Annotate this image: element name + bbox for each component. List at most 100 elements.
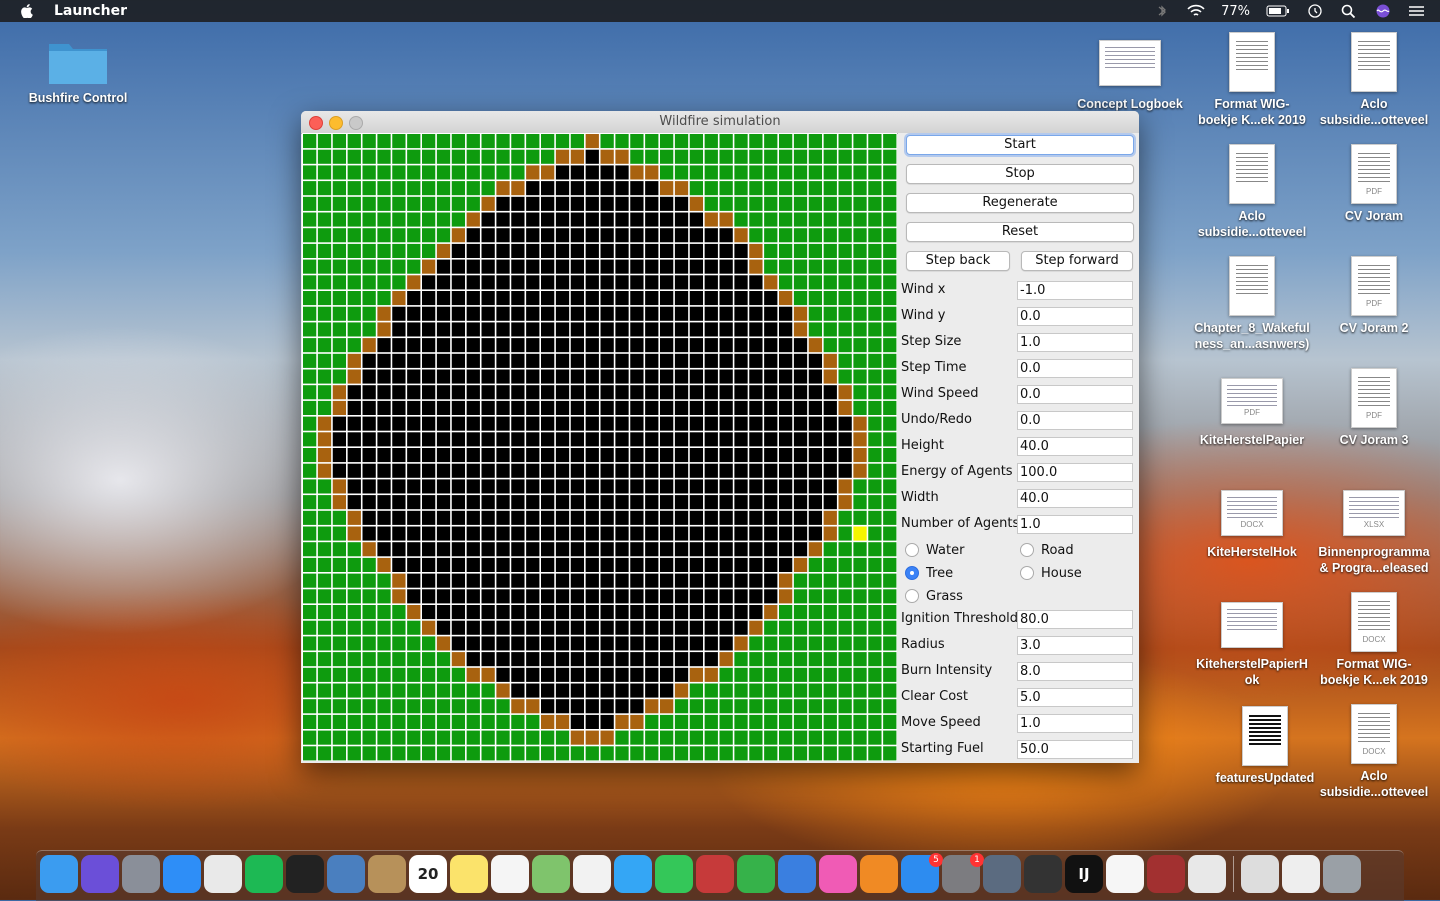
grid-cell-burnt[interactable] xyxy=(555,463,570,478)
grid-cell-burnt[interactable] xyxy=(793,463,808,478)
grid-cell-grass[interactable] xyxy=(332,243,347,258)
grid-cell-burnt[interactable] xyxy=(496,291,510,306)
grid-cell-grass[interactable] xyxy=(868,134,882,149)
grid-cell-burnt[interactable] xyxy=(481,291,495,306)
grid-cell-burnt[interactable] xyxy=(793,510,808,525)
grid-cell-burnt[interactable] xyxy=(704,495,718,510)
grid-cell-grass[interactable] xyxy=(689,683,704,698)
grid-cell-grass[interactable] xyxy=(392,620,406,635)
grid-cell-grass[interactable] xyxy=(303,495,317,510)
grid-cell-burnt[interactable] xyxy=(555,291,570,306)
grid-cell-burning[interactable] xyxy=(823,369,837,384)
grid-cell-burnt[interactable] xyxy=(451,479,466,494)
grid-cell-grass[interactable] xyxy=(838,667,852,682)
grid-cell-grass[interactable] xyxy=(377,259,391,274)
start-button[interactable]: Start xyxy=(906,135,1134,155)
grid-cell-burning[interactable] xyxy=(392,291,406,306)
grid-cell-burnt[interactable] xyxy=(377,542,391,557)
grid-cell-burnt[interactable] xyxy=(600,243,614,258)
grid-cell-grass[interactable] xyxy=(793,683,808,698)
grid-cell-burnt[interactable] xyxy=(764,479,778,494)
grid-cell-burnt[interactable] xyxy=(496,322,510,337)
grid-cell-grass[interactable] xyxy=(883,479,897,494)
dock-preview-icon[interactable] xyxy=(327,855,365,893)
grid-cell-grass[interactable] xyxy=(407,149,421,164)
grid-cell-grass[interactable] xyxy=(570,134,585,149)
grid-cell-burnt[interactable] xyxy=(660,306,674,321)
grid-cell-burnt[interactable] xyxy=(630,495,644,510)
grid-cell-burnt[interactable] xyxy=(764,385,778,400)
grid-cell-burnt[interactable] xyxy=(615,683,629,698)
grid-cell-grass[interactable] xyxy=(347,291,361,306)
grid-cell-burnt[interactable] xyxy=(511,291,525,306)
grid-cell-burnt[interactable] xyxy=(541,652,555,667)
grid-cell-burnt[interactable] xyxy=(838,463,852,478)
grid-cell-burnt[interactable] xyxy=(362,400,376,415)
grid-cell-burnt[interactable] xyxy=(660,243,674,258)
grid-cell-grass[interactable] xyxy=(541,746,555,761)
grid-cell-grass[interactable] xyxy=(332,699,347,714)
grid-cell-burning[interactable] xyxy=(570,730,585,745)
grid-cell-grass[interactable] xyxy=(883,149,897,164)
grid-cell-burnt[interactable] xyxy=(451,416,466,431)
grid-cell-burnt[interactable] xyxy=(645,416,659,431)
grid-cell-burning[interactable] xyxy=(407,605,421,620)
grid-cell-grass[interactable] xyxy=(853,306,867,321)
grid-cell-grass[interactable] xyxy=(808,746,823,761)
grid-cell-grass[interactable] xyxy=(332,212,347,227)
grid-cell-burnt[interactable] xyxy=(466,557,480,572)
grid-cell-grass[interactable] xyxy=(630,134,644,149)
grid-cell-burnt[interactable] xyxy=(823,385,837,400)
grid-cell-grass[interactable] xyxy=(853,400,867,415)
grid-cell-burnt[interactable] xyxy=(555,620,570,635)
grid-cell-burning[interactable] xyxy=(332,479,347,494)
grid-cell-burnt[interactable] xyxy=(407,479,421,494)
grid-cell-burnt[interactable] xyxy=(347,463,361,478)
bluetooth-icon[interactable] xyxy=(1153,4,1171,18)
grid-cell-grass[interactable] xyxy=(749,699,763,714)
grid-cell-burnt[interactable] xyxy=(660,526,674,541)
grid-cell-burnt[interactable] xyxy=(734,322,748,337)
grid-cell-burnt[interactable] xyxy=(630,291,644,306)
grid-cell-grass[interactable] xyxy=(793,165,808,180)
grid-cell-burnt[interactable] xyxy=(496,463,510,478)
grid-cell-burnt[interactable] xyxy=(422,542,436,557)
grid-cell-burnt[interactable] xyxy=(585,589,599,604)
grid-cell-grass[interactable] xyxy=(451,746,466,761)
grid-cell-burnt[interactable] xyxy=(615,573,629,588)
grid-cell-grass[interactable] xyxy=(779,699,793,714)
grid-cell-burnt[interactable] xyxy=(496,338,510,353)
grid-cell-burnt[interactable] xyxy=(615,196,629,211)
grid-cell-grass[interactable] xyxy=(764,667,778,682)
grid-cell-burnt[interactable] xyxy=(645,212,659,227)
grid-cell-grass[interactable] xyxy=(764,620,778,635)
grid-cell-grass[interactable] xyxy=(838,542,852,557)
grid-cell-grass[interactable] xyxy=(303,667,317,682)
grid-cell-grass[interactable] xyxy=(704,196,718,211)
grid-cell-burning[interactable] xyxy=(779,291,793,306)
grid-cell-grass[interactable] xyxy=(600,134,614,149)
grid-cell-grass[interactable] xyxy=(764,636,778,651)
grid-cell-grass[interactable] xyxy=(883,181,897,196)
grid-cell-burnt[interactable] xyxy=(585,683,599,698)
desktop-item-binnenprogramma[interactable]: XLSX Binnenprogramma & Progra...eleased xyxy=(1314,490,1434,576)
grid-cell-grass[interactable] xyxy=(422,243,436,258)
dock-photos-icon[interactable] xyxy=(573,855,611,893)
grid-cell-grass[interactable] xyxy=(362,181,376,196)
grid-cell-grass[interactable] xyxy=(347,557,361,572)
grid-cell-burnt[interactable] xyxy=(719,463,733,478)
grid-cell-grass[interactable] xyxy=(838,714,852,729)
grid-cell-burnt[interactable] xyxy=(526,683,540,698)
dock-facetime-icon[interactable] xyxy=(655,855,693,893)
burn-intensity-input[interactable]: 8.0 xyxy=(1017,662,1133,681)
grid-cell-grass[interactable] xyxy=(749,667,763,682)
grid-cell-burnt[interactable] xyxy=(570,353,585,368)
grid-cell-burning[interactable] xyxy=(719,212,733,227)
grid-cell-burning[interactable] xyxy=(704,667,718,682)
grid-cell-burning[interactable] xyxy=(749,243,763,258)
grid-cell-grass[interactable] xyxy=(704,730,718,745)
grid-cell-grass[interactable] xyxy=(541,149,555,164)
grid-cell-burnt[interactable] xyxy=(660,369,674,384)
grid-cell-burnt[interactable] xyxy=(555,275,570,290)
grid-cell-grass[interactable] xyxy=(779,620,793,635)
